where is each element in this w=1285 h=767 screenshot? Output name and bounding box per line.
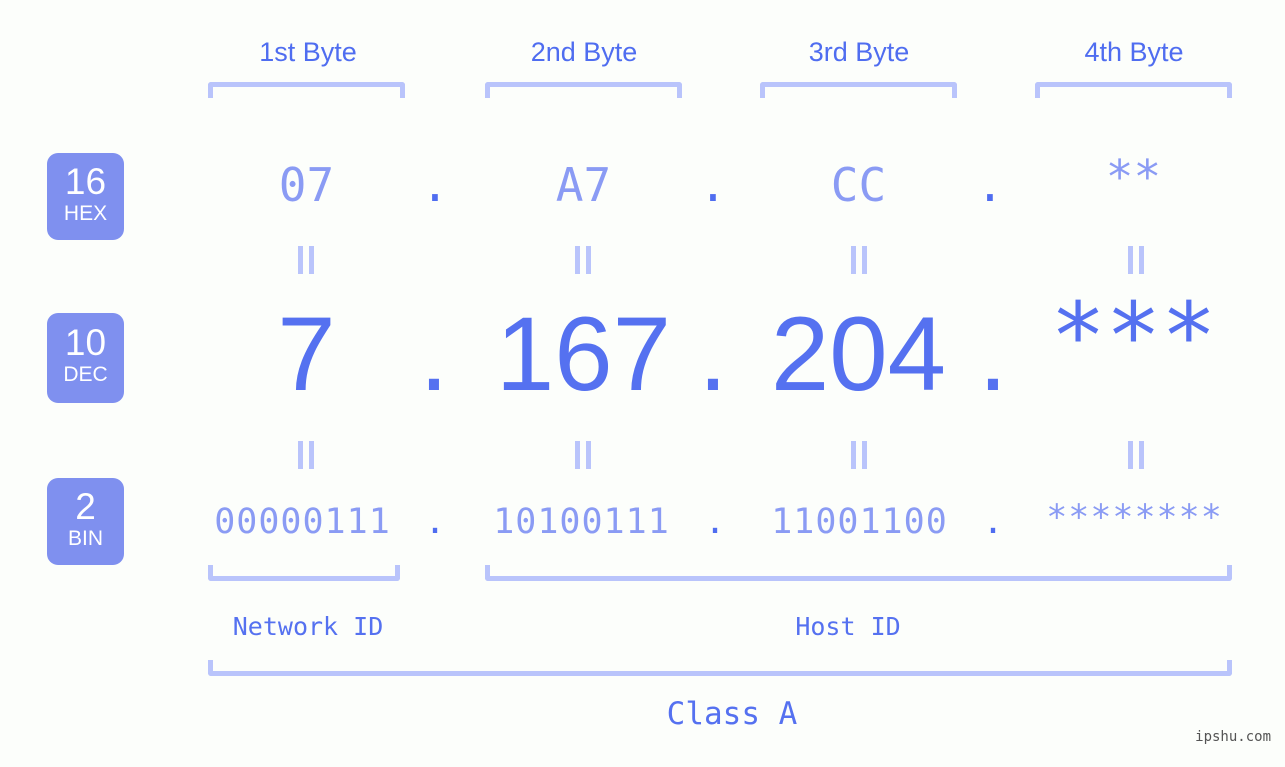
- equals-mark-hex-dec-1: [293, 246, 319, 276]
- byte-header-3: 3rd Byte: [808, 37, 910, 67]
- hex-separator-3: .: [976, 158, 1004, 212]
- byte-bracket-top-4: [1035, 82, 1232, 98]
- dec-byte-4: ***: [1050, 283, 1217, 390]
- equals-mark-hex-dec-3: [846, 246, 872, 276]
- dec-separator-2: .: [698, 296, 728, 413]
- ip-breakdown-diagram: 1st Byte 2nd Byte 3rd Byte 4th Byte 16 H…: [0, 0, 1285, 767]
- equals-mark-dec-bin-4: [1123, 441, 1149, 471]
- base-badge-bin-number: 2: [75, 486, 96, 527]
- base-badge-hex-name: HEX: [63, 202, 108, 225]
- base-badge-dec: 10 DEC: [47, 313, 124, 403]
- class-label: Class A: [666, 696, 798, 732]
- dec-byte-2: 167: [495, 296, 672, 413]
- network-id-bracket: [208, 565, 400, 581]
- equals-mark-dec-bin-2: [570, 441, 596, 471]
- dec-byte-1: 7: [277, 296, 336, 413]
- base-badge-bin: 2 BIN: [47, 478, 124, 565]
- host-id-label: Host ID: [795, 612, 901, 641]
- base-badge-bin-name: BIN: [67, 527, 103, 550]
- hex-separator-2: .: [699, 158, 727, 212]
- base-badge-hex-number: 16: [64, 161, 107, 202]
- dec-separator-1: .: [419, 296, 449, 413]
- watermark: ipshu.com: [1195, 729, 1271, 745]
- bin-separator-2: .: [704, 502, 726, 542]
- base-badge-dec-name: DEC: [63, 363, 108, 386]
- hex-byte-1: 07: [278, 158, 335, 212]
- hex-byte-3: CC: [830, 158, 887, 212]
- bin-byte-2: 10100111: [493, 502, 670, 542]
- bin-separator-1: .: [424, 502, 446, 542]
- dec-separator-3: .: [978, 296, 1008, 413]
- base-badge-hex: 16 HEX: [47, 153, 124, 240]
- bin-byte-4: ********: [1046, 498, 1223, 538]
- hex-byte-4: **: [1105, 150, 1162, 204]
- byte-bracket-top-3: [760, 82, 957, 98]
- hex-separator-1: .: [421, 158, 449, 212]
- bin-byte-1: 00000111: [214, 502, 391, 542]
- bin-byte-3: 11001100: [771, 502, 948, 542]
- equals-mark-hex-dec-4: [1123, 246, 1149, 276]
- bin-separator-3: .: [982, 502, 1004, 542]
- class-bracket: [208, 660, 1232, 676]
- base-badge-dec-number: 10: [64, 322, 107, 363]
- network-id-label: Network ID: [232, 612, 384, 641]
- equals-mark-hex-dec-2: [570, 246, 596, 276]
- hex-byte-2: A7: [555, 158, 612, 212]
- byte-header-1: 1st Byte: [259, 37, 357, 67]
- host-id-bracket: [485, 565, 1232, 581]
- byte-bracket-top-2: [485, 82, 682, 98]
- byte-header-2: 2nd Byte: [530, 37, 638, 67]
- byte-bracket-top-1: [208, 82, 405, 98]
- byte-header-4: 4th Byte: [1084, 37, 1184, 67]
- dec-byte-3: 204: [770, 296, 947, 413]
- equals-mark-dec-bin-3: [846, 441, 872, 471]
- equals-mark-dec-bin-1: [293, 441, 319, 471]
